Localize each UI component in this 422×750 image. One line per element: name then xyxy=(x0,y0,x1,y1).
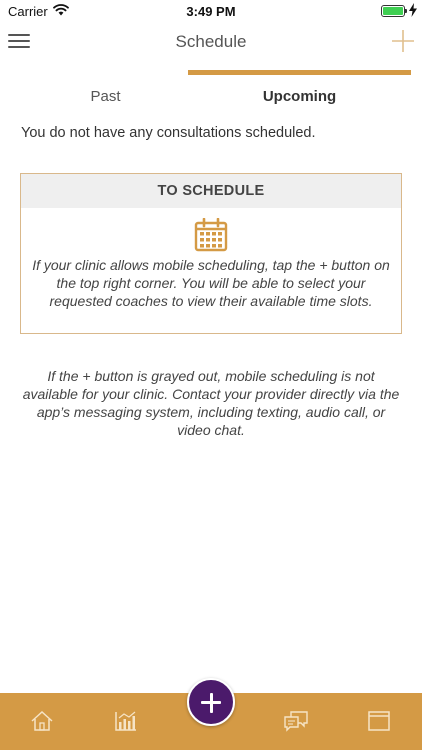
hamburger-icon[interactable] xyxy=(8,32,30,50)
to-schedule-card: TO SCHEDULE If your clinic allows mobile… xyxy=(20,173,402,334)
scheduling-note: If the + button is grayed out, mobile sc… xyxy=(22,368,400,438)
empty-state-message: You do not have any consultations schedu… xyxy=(21,125,316,141)
card-header: TO SCHEDULE xyxy=(21,174,401,208)
plus-icon[interactable] xyxy=(390,28,416,54)
status-bar: Carrier 3:49 PM xyxy=(0,0,422,22)
battery-level xyxy=(383,7,403,15)
add-icon-vertical xyxy=(209,692,213,713)
card-instructions: If your clinic allows mobile scheduling,… xyxy=(32,257,390,309)
tab-past-label: Past xyxy=(90,88,121,105)
chat-icon[interactable] xyxy=(283,710,309,732)
nav-bar: Schedule xyxy=(0,22,422,62)
page-title: Schedule xyxy=(175,32,247,51)
charging-bolt-icon xyxy=(409,3,417,17)
clock: 3:49 PM xyxy=(186,4,236,19)
tab-past[interactable]: Past xyxy=(0,70,211,114)
add-appointment-button[interactable] xyxy=(187,678,235,726)
tab-upcoming[interactable]: Upcoming xyxy=(188,70,411,114)
chart-icon[interactable] xyxy=(114,710,138,732)
battery-tip xyxy=(405,9,407,13)
tab-upcoming-label: Upcoming xyxy=(262,88,337,105)
segment-tabs: Past Upcoming xyxy=(0,70,422,114)
home-icon[interactable] xyxy=(30,710,54,732)
battery-icon xyxy=(381,5,405,17)
tab-selected-indicator xyxy=(188,70,411,75)
calendar-icon xyxy=(194,218,228,252)
window-icon[interactable] xyxy=(367,710,391,732)
